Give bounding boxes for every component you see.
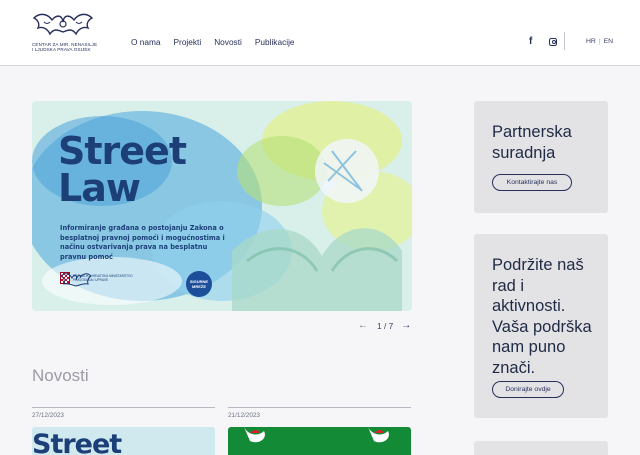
sigurne-mreze-badge: SIGURNE MREŽE [186, 271, 212, 297]
site-header: CENTAR ZA MIR, NENASILJE I LJUDSKA PRAVA… [0, 0, 640, 66]
lang-separator: | [598, 38, 601, 45]
logo-text-line2: I LJUDSKA PRAVA OSIJEK [32, 47, 91, 53]
facebook-icon[interactable]: f [529, 36, 537, 47]
slider-controls: ← 1 / 7 → [356, 320, 413, 331]
donate-button[interactable]: Donirajte ovdje [492, 381, 564, 398]
hero-title-line2: Law [58, 166, 141, 210]
lang-en[interactable]: EN [604, 38, 613, 45]
news-thumbnail[interactable]: Street [32, 427, 215, 455]
sidebar-card-next [474, 441, 608, 455]
language-switcher: HR | EN [586, 38, 613, 45]
partnership-card: Partnerska suradnja Kontaktirajte nas [474, 101, 608, 213]
news-date: 27/12/2023 [32, 412, 64, 419]
social-links: f [529, 36, 557, 47]
nav-item-novosti[interactable]: Novosti [214, 37, 242, 47]
slide-counter: 1 / 7 [377, 320, 394, 331]
contact-us-button[interactable]: Kontaktirajte nas [492, 174, 572, 191]
news-section-title: Novosti [32, 366, 89, 385]
news-card[interactable]: 27/12/2023 Street [32, 407, 215, 455]
hero-partner-logos: REPUBLIKA HRVATSKA MINISTARSTVO PRAVOSUĐ… [60, 272, 133, 287]
news-thumbnail-text: Street [32, 429, 122, 455]
support-card: Podržite naš rad i aktivnosti. Vaša podr… [474, 234, 608, 418]
thumbnail-artwork [244, 427, 389, 443]
nav-item-o-nama[interactable]: O nama [131, 37, 161, 47]
hero-title-line1: Street [58, 129, 187, 173]
site-logo[interactable]: CENTAR ZA MIR, NENASILJE I LJUDSKA PRAVA… [32, 12, 97, 56]
lang-hr[interactable]: HR [586, 38, 596, 45]
arrow-left-icon[interactable]: ← [356, 320, 370, 331]
logo-text: CENTAR ZA MIR, NENASILJE I LJUDSKA PRAVA… [32, 42, 102, 53]
news-date: 21/12/2023 [228, 412, 260, 419]
header-divider [564, 32, 565, 50]
partnership-heading: Partnerska suradnja [492, 123, 572, 162]
nav-item-projekti[interactable]: Projekti [174, 37, 202, 47]
news-card[interactable]: 21/12/2023 [228, 407, 411, 455]
news-thumbnail[interactable] [228, 427, 411, 455]
nav-item-publikacije[interactable]: Publikacije [255, 37, 295, 47]
hero-title: Street Law [58, 129, 187, 210]
partner-logo-doves-icon [60, 273, 92, 287]
hero-slide[interactable]: Street Law Informiranje građana o postoj… [32, 101, 412, 311]
main-nav: O nama Projekti Novosti Publikacije [131, 37, 308, 47]
support-heading: Podržite naš rad i aktivnosti. Vaša podr… [492, 256, 592, 377]
logo-doves-icon [32, 13, 94, 36]
arrow-right-icon[interactable]: → [399, 320, 413, 331]
hero-description: Informiranje građana o postojanju Zakona… [60, 224, 225, 261]
instagram-icon[interactable] [549, 37, 557, 46]
